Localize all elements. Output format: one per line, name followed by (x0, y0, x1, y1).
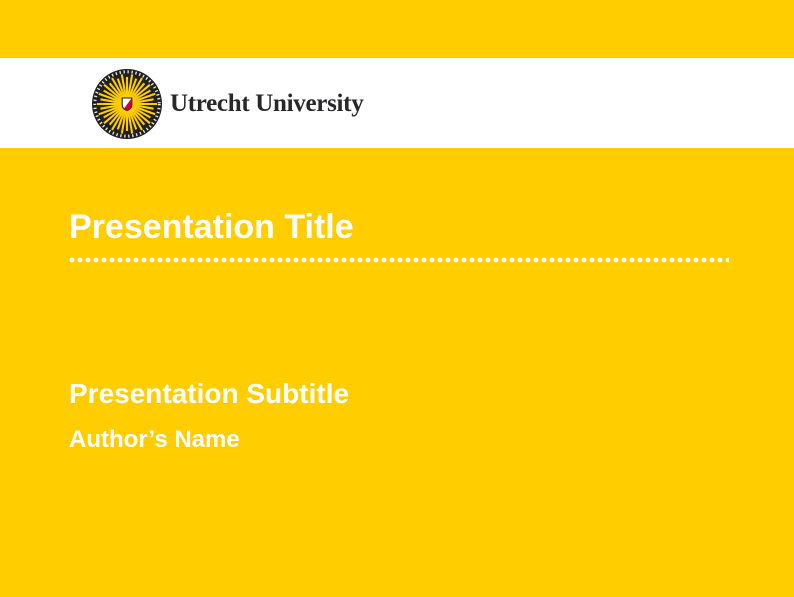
university-wordmark: Utrecht University (170, 91, 363, 116)
presentation-subtitle: Presentation Subtitle (69, 380, 349, 408)
title-slide: Utrecht University Presentation Title Pr… (0, 0, 794, 597)
presentation-title: Presentation Title (69, 210, 354, 244)
dotted-divider (69, 257, 729, 263)
author-name: Author’s Name (69, 428, 240, 452)
utrecht-university-sun-seal-icon (92, 69, 162, 139)
